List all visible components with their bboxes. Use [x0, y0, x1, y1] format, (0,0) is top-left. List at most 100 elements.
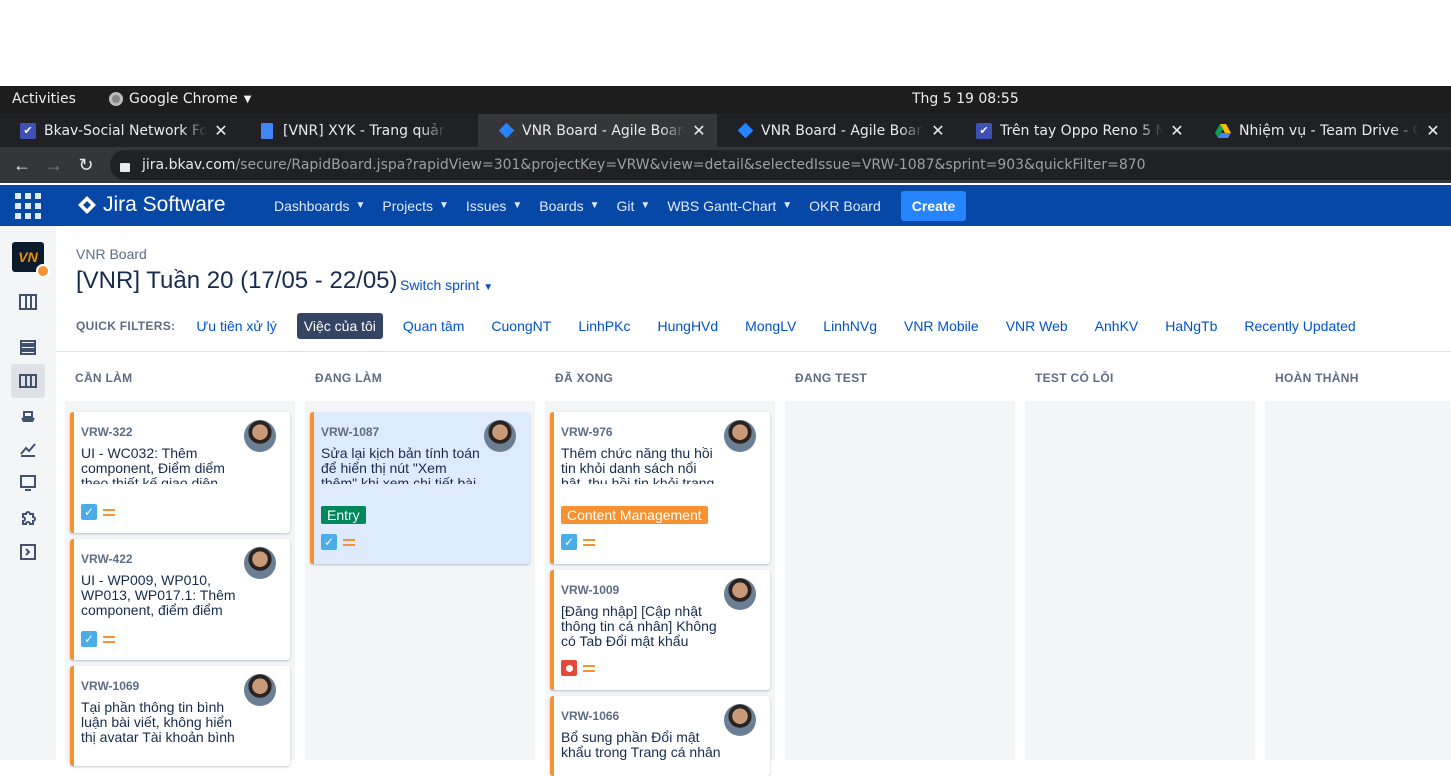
issue-key[interactable]: VRW-422	[81, 552, 133, 566]
epic-label[interactable]: Entry	[321, 506, 366, 524]
quick-filter[interactable]: CuongNT	[484, 313, 558, 339]
column-in-progress: VRW-1087 Sửa lại kịch bản tính toán để h…	[305, 401, 535, 760]
docs-icon	[259, 122, 275, 139]
breadcrumb[interactable]: VNR Board	[76, 246, 147, 262]
tab-title: [VNR] XYK - Trang quản lý	[283, 122, 446, 139]
bkav-icon: ✔	[976, 122, 992, 139]
quick-filter-active[interactable]: Việc của tôi	[296, 313, 383, 339]
clock[interactable]: Thg 5 19 08:55	[912, 91, 1019, 107]
issue-card[interactable]: VRW-1066 Bổ sung phần Đổi mật khẩu trong…	[550, 696, 770, 776]
issue-card[interactable]: VRW-976 Thêm chức năng thu hồi tin khỏi …	[550, 412, 770, 564]
ship-icon[interactable]	[11, 398, 45, 432]
app-menu[interactable]: Google Chrome ▼	[109, 91, 251, 107]
chevron-down-icon: ▼	[782, 200, 793, 211]
url-path: /secure/RapidBoard.jspa?rapidView=301&pr…	[235, 157, 1146, 173]
active-sprints-icon[interactable]	[11, 364, 45, 398]
menu-projects[interactable]: Projects ▼	[382, 198, 448, 214]
quick-filter[interactable]: VNR Web	[999, 313, 1075, 339]
project-logo-text: VN	[18, 249, 38, 265]
issue-card[interactable]: VRW-1069 Tại phần thông tin bình luận bà…	[70, 666, 290, 766]
quick-filter[interactable]: AnhKV	[1088, 313, 1146, 339]
chevron-down-icon: ▼	[512, 200, 523, 211]
tab-title: Trên tay Oppo Reno 5 Marvel	[1000, 122, 1163, 139]
jira-icon	[78, 196, 96, 214]
forward-icon[interactable]: →	[38, 149, 70, 181]
column-header: TEST CÓ LỖI	[1035, 371, 1114, 385]
issue-card-selected[interactable]: VRW-1087 Sửa lại kịch bản tính toán để h…	[310, 412, 530, 564]
quick-filter[interactable]: Quan tâm	[396, 313, 471, 339]
menu-git[interactable]: Git ▼	[617, 198, 651, 214]
epic-label[interactable]: Content Management	[561, 506, 708, 524]
browser-tab[interactable]: ✔ Trên tay Oppo Reno 5 Marvel ✕	[956, 114, 1195, 147]
back-icon[interactable]: ←	[6, 149, 38, 181]
app-name: Google Chrome	[129, 91, 238, 107]
quick-filter[interactable]: MongLV	[738, 313, 803, 339]
menu-issues[interactable]: Issues ▼	[466, 198, 522, 214]
reports-icon[interactable]	[11, 432, 45, 466]
jira-logo[interactable]: Jira Software	[77, 193, 226, 217]
column-header: ĐÃ XONG	[555, 371, 614, 385]
quick-filter[interactable]: LinhPKc	[571, 313, 637, 339]
issue-key[interactable]: VRW-1009	[561, 583, 619, 597]
issue-key[interactable]: VRW-976	[561, 425, 613, 439]
tab-title: Bkav-Social Network For Vietnam	[44, 122, 207, 139]
close-icon[interactable]: ✕	[1169, 121, 1185, 140]
code-icon[interactable]	[11, 535, 45, 569]
quick-filter[interactable]: VNR Mobile	[897, 313, 986, 339]
project-avatar[interactable]: VN	[12, 242, 50, 278]
menu-boards[interactable]: Boards ▼	[539, 198, 599, 214]
browser-tab[interactable]: [VNR] XYK - Trang quản lý	[239, 114, 478, 147]
close-icon[interactable]: ✕	[691, 121, 707, 140]
quick-filter[interactable]: HaNgTb	[1158, 313, 1224, 339]
chrome-icon	[109, 92, 123, 106]
menu-okr-board[interactable]: OKR Board	[809, 198, 881, 214]
releases-icon[interactable]	[11, 330, 45, 364]
avatar	[724, 420, 756, 452]
quick-filter[interactable]: LinhNVg	[816, 313, 884, 339]
browser-toolbar: ← → ↻ jira.bkav.com/secure/RapidBoard.js…	[0, 147, 1451, 183]
logo-text: Jira Software	[103, 193, 226, 216]
browser-tab[interactable]: ✔ Bkav-Social Network For Vietnam ✕	[0, 114, 239, 147]
issue-card[interactable]: VRW-322 UI - WC032: Thêm component, Điểm…	[70, 412, 290, 533]
quick-filter[interactable]: Recently Updated	[1237, 313, 1362, 339]
issue-card[interactable]: VRW-1009 [Đăng nhập] [Cập nhật thông tin…	[550, 570, 770, 690]
priority-medium-icon	[583, 664, 595, 672]
avatar	[724, 578, 756, 610]
menu-label: Git	[616, 197, 635, 214]
quick-filter[interactable]: Ưu tiên xử lý	[189, 313, 283, 339]
close-icon[interactable]: ✕	[1425, 121, 1441, 140]
menu-label: Projects	[382, 197, 433, 214]
close-icon[interactable]: ✕	[930, 121, 946, 140]
issue-key[interactable]: VRW-1066	[561, 709, 619, 723]
notification-dot	[36, 264, 50, 278]
browser-tab[interactable]: Nhiệm vụ - Team Drive - Google ✕	[1195, 114, 1451, 147]
column-header: ĐANG TEST	[795, 371, 868, 385]
issue-key[interactable]: VRW-322	[81, 425, 133, 439]
priority-medium-icon	[103, 635, 115, 643]
dashboard-icon[interactable]	[11, 466, 45, 500]
issue-summary: UI - WP009, WP010, WP013, WP017.1: Thêm …	[81, 573, 236, 618]
board-main: VNR Board [VNR] Tuần 20 (17/05 - 22/05) …	[56, 226, 1451, 776]
browser-tab-active[interactable]: VNR Board - Agile Board - Jira ✕	[478, 114, 717, 147]
reload-icon[interactable]: ↻	[70, 149, 102, 181]
issue-card[interactable]: VRW-422 UI - WP009, WP010, WP013, WP017.…	[70, 539, 290, 660]
activities-button[interactable]: Activities	[12, 91, 76, 107]
jira-icon	[498, 122, 514, 139]
create-button[interactable]: Create	[900, 190, 967, 221]
browser-tab[interactable]: VNR Board - Agile Board - Jira ✕	[717, 114, 956, 147]
menu-dashboards[interactable]: Dashboards ▼	[274, 198, 365, 214]
add-ons-icon[interactable]	[11, 501, 45, 535]
switch-sprint-button[interactable]: Switch sprint ▼	[400, 277, 493, 293]
app-switcher-icon[interactable]	[15, 193, 41, 219]
menu-wbs-gantt[interactable]: WBS Gantt-Chart ▼	[667, 198, 792, 214]
issue-key[interactable]: VRW-1069	[81, 679, 139, 693]
address-bar[interactable]: jira.bkav.com/secure/RapidBoard.jspa?rap…	[110, 150, 1451, 180]
quick-filter[interactable]: HungHVd	[650, 313, 725, 339]
os-top-bar: Activities Google Chrome ▼ Thg 5 19 08:5…	[0, 86, 1451, 114]
issue-key[interactable]: VRW-1087	[321, 425, 379, 439]
close-icon[interactable]: ✕	[213, 121, 229, 140]
task-icon: ✓	[321, 534, 337, 550]
issue-summary: UI - WC032: Thêm component, Điểm diểm th…	[81, 446, 225, 484]
backlog-icon[interactable]	[11, 285, 45, 319]
drive-icon	[1215, 123, 1231, 139]
